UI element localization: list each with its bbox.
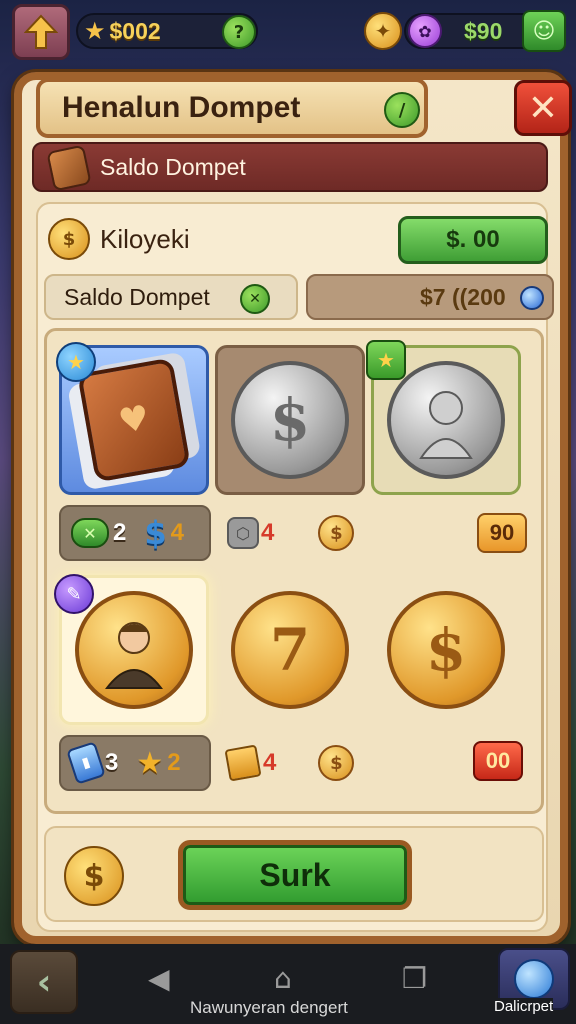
nav-recents-icon[interactable]: ❐ — [402, 962, 427, 995]
blue-ticket-icon: ▮ — [66, 741, 106, 785]
item-grid: ♥ ★ $ ★ ✕ 2 $ 4 ⬡ 4 $ 90 ✎ 7 $ ▮ 3 ★ 2 4… — [44, 328, 544, 814]
slot-gold-coin-7[interactable]: 7 — [215, 575, 365, 725]
wallet-balance-value: $7 ((200 — [420, 283, 506, 310]
help-badge[interactable]: ? — [222, 15, 256, 49]
slot-portrait-coin[interactable]: ★ — [366, 340, 521, 495]
nav-back-triangle-icon[interactable]: ◀ — [148, 962, 170, 995]
bottom-nav: ‹ ◀ ⌂ ❐ Nawunyeran dengert — [0, 944, 576, 1024]
refresh-badge[interactable]: ✕ — [240, 284, 270, 314]
star-badge-green-icon: ★ — [366, 340, 406, 380]
subtitle-text: Saldo Dompet — [100, 153, 246, 180]
currency-left-value: $002 — [109, 17, 161, 44]
magic-wand-badge-icon: ✎ — [54, 574, 94, 614]
page-title: Henalun Dompet — [62, 91, 301, 124]
slot-gold-coin-dollar[interactable]: $ — [371, 575, 521, 725]
star-badge-icon: ★ — [56, 342, 96, 382]
slot-silver-coin[interactable]: $ — [215, 345, 365, 495]
slot-wallet[interactable]: ♥ ★ — [56, 342, 209, 495]
portrait-gold-coin-icon — [75, 591, 193, 709]
hex-nut-icon: ⬡ — [227, 517, 259, 549]
gold-coin-7-icon: 7 — [231, 591, 349, 709]
profile-orb-icon — [514, 959, 554, 999]
balance-label: Kiloyeki — [100, 224, 190, 254]
chat-icon: ☺ — [532, 18, 556, 44]
stat-a1-value: 2 — [113, 519, 127, 546]
panel-content: $ Kiloyeki $. 00 Saldo Dompet ✕ $7 ((200… — [36, 202, 554, 932]
stat-b2-value: 2 — [167, 749, 181, 776]
nav-home-icon[interactable]: ⌂ — [274, 962, 292, 995]
wallet-balance-label-box: Saldo Dompet ✕ — [44, 274, 298, 320]
gold-bar-icon — [224, 744, 262, 782]
gear-coin-icon: $ — [48, 218, 90, 260]
stat-row-a: ✕ 2 $ 4 ⬡ 4 $ — [59, 505, 355, 561]
stat-chip-b: ▮ 3 ★ 2 — [59, 735, 211, 791]
stat-b3-value: 4 — [263, 749, 277, 776]
man-portrait-icon — [104, 622, 164, 689]
price-tag-a[interactable]: 90 — [477, 513, 527, 553]
stat-b1-value: 3 — [105, 749, 119, 776]
wallet-balance-value-box: $7 ((200 — [306, 274, 554, 320]
gold-coin-dollar-icon: $ — [387, 591, 505, 709]
portrait-coin-icon — [387, 361, 505, 479]
portrait-icon — [419, 391, 473, 459]
back-button[interactable]: ‹ — [10, 950, 78, 1014]
nav-caption: Nawunyeran dengert — [190, 998, 348, 1017]
top-hud: ★ $002 ? ✦ ✿ $90 ☺ — [0, 0, 576, 62]
price-tag-b[interactable]: 00 — [473, 741, 523, 781]
slot-portrait-gold-coin[interactable]: ✎ — [54, 574, 209, 725]
action-coin-icon: $ — [64, 846, 124, 906]
subtitle-bar: Saldo Dompet — [32, 142, 548, 192]
wallet-panel: Henalun Dompet / ✕ Saldo Dompet $ Kiloye… — [14, 72, 572, 944]
stat-a2-value: 4 — [170, 519, 184, 546]
chevron-left-icon: ‹ — [36, 961, 52, 1003]
stat-chip-a: ✕ 2 $ 4 — [59, 505, 211, 561]
gem-icon: ✿ — [408, 14, 442, 48]
info-badge[interactable]: / — [384, 92, 420, 128]
close-icon: ✕ — [527, 87, 559, 129]
wallet-balance-label: Saldo Dompet — [64, 283, 210, 310]
surk-button[interactable]: Surk — [178, 840, 412, 910]
gold-star-icon: ★ — [136, 745, 164, 781]
chat-button[interactable]: ☺ — [522, 10, 566, 52]
small-coin-icon: $ — [318, 515, 355, 551]
arrow-up-icon — [24, 14, 58, 49]
wallet-balance-row: Saldo Dompet ✕ $7 ((200 — [44, 274, 554, 320]
currency-right-value: $90 — [464, 17, 503, 44]
blue-dollar-icon: $ — [144, 514, 167, 552]
balance-row: $ Kiloyeki $. 00 — [38, 204, 548, 270]
green-token-icon: ✕ — [71, 518, 109, 548]
close-button[interactable]: ✕ — [514, 80, 572, 136]
stat-row-b: ▮ 3 ★ 2 4 $ — [59, 735, 355, 791]
wallet-card-icon: ♥ — [77, 357, 191, 483]
title-banner: Henalun Dompet / — [36, 78, 428, 138]
upgrade-button[interactable] — [12, 4, 70, 60]
stat-a3-value: 4 — [261, 519, 275, 546]
silver-coin-icon: $ — [231, 361, 349, 479]
wallet-icon — [46, 144, 92, 192]
profile-caption: Dalicrpet — [494, 998, 554, 1015]
gold-coin-icon[interactable]: ✦ — [364, 12, 402, 50]
currency-pill-left: ★ $002 ? — [76, 13, 258, 49]
balance-button[interactable]: $. 00 — [398, 216, 548, 264]
action-bar: $ Surk — [44, 826, 544, 922]
small-coin-icon-2: $ — [318, 745, 355, 781]
blue-gem-icon — [520, 286, 544, 310]
star-icon: ★ — [84, 17, 106, 45]
